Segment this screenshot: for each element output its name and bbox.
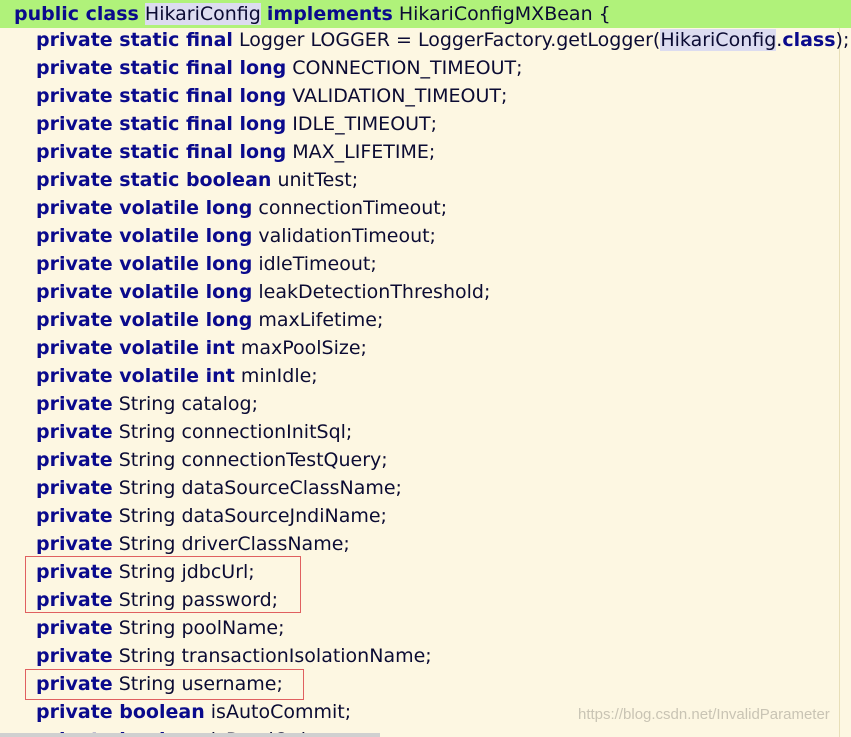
keyword: private static final [36, 29, 233, 51]
code-text: String poolName; [112, 617, 285, 639]
code-text: String connectionTestQuery; [112, 449, 388, 471]
code-text: idleTimeout; [252, 253, 377, 275]
code-line-logger[interactable]: private static final Logger LOGGER = Log… [36, 26, 849, 54]
code-text: String connectionInitSql; [112, 421, 353, 443]
right-margin-guide [839, 0, 840, 737]
code-line[interactable]: private String connectionInitSql; [36, 418, 352, 446]
code-line[interactable]: private static final long VALIDATION_TIM… [36, 82, 507, 110]
keyword: private static final long [36, 85, 287, 107]
keyword: private [36, 449, 113, 471]
class-name: HikariConfig [660, 29, 777, 51]
code-line[interactable]: private volatile long idleTimeout; [36, 250, 377, 278]
code-editor[interactable]: public class HikariConfig implements Hik… [0, 0, 851, 737]
keyword: public class [14, 3, 139, 25]
code-line[interactable]: private volatile long leakDetectionThres… [36, 278, 490, 306]
keyword: private volatile int [36, 337, 235, 359]
code-text: maxPoolSize; [234, 337, 367, 359]
code-line[interactable]: private boolean isAutoCommit; [36, 698, 351, 726]
code-text: MAX_LIFETIME; [286, 141, 436, 163]
interface-name: HikariConfigMXBean { [398, 3, 611, 25]
keyword: private [36, 617, 113, 639]
code-text: validationTimeout; [252, 225, 436, 247]
keyword: private volatile long [36, 197, 253, 219]
keyword: private static final long [36, 57, 287, 79]
code-line[interactable]: private String connectionTestQuery; [36, 446, 388, 474]
code-line[interactable]: private String dataSourceClassName; [36, 474, 402, 502]
code-line[interactable]: private String driverClassName; [36, 530, 350, 558]
code-line[interactable]: private String catalog; [36, 390, 258, 418]
keyword: private volatile long [36, 253, 253, 275]
code-line[interactable]: private volatile int minIdle; [36, 362, 318, 390]
code-line[interactable]: private static final long IDLE_TIMEOUT; [36, 110, 437, 138]
code-text: maxLifetime; [252, 309, 384, 331]
code-text: minIdle; [234, 365, 318, 387]
code-line[interactable]: private static final long MAX_LIFETIME; [36, 138, 435, 166]
code-text: IDLE_TIMEOUT; [286, 113, 438, 135]
keyword: private [36, 505, 113, 527]
class-name: HikariConfig [144, 3, 261, 25]
keyword: implements [266, 3, 393, 25]
keyword: private static final long [36, 113, 287, 135]
class-declaration-line[interactable]: public class HikariConfig implements Hik… [14, 0, 611, 28]
code-text: String dataSourceJndiName; [112, 505, 387, 527]
keyword: private volatile int [36, 365, 235, 387]
keyword: private volatile long [36, 309, 253, 331]
code-line[interactable]: private static boolean unitTest; [36, 166, 358, 194]
code-text: VALIDATION_TIMEOUT; [286, 85, 508, 107]
keyword: private [36, 533, 113, 555]
horizontal-scrollbar[interactable] [0, 733, 380, 737]
code-line[interactable]: private volatile long validationTimeout; [36, 222, 436, 250]
annotation-box-jdbcurl-password [25, 556, 301, 613]
code-line[interactable]: private volatile long maxLifetime; [36, 306, 383, 334]
keyword: private static final long [36, 141, 287, 163]
code-text: isAutoCommit; [204, 701, 352, 723]
code-text: leakDetectionThreshold; [252, 281, 491, 303]
code-text: String dataSourceClassName; [112, 477, 402, 499]
keyword: private [36, 421, 113, 443]
code-line[interactable]: private static final long CONNECTION_TIM… [36, 54, 523, 82]
keyword: private boolean [36, 701, 205, 723]
code-text: connectionTimeout; [252, 197, 448, 219]
code-text: String transactionIsolationName; [112, 645, 432, 667]
keyword: private [36, 645, 113, 667]
keyword: private static boolean [36, 169, 272, 191]
code-line[interactable]: private String transactionIsolationName; [36, 642, 432, 670]
code-text: CONNECTION_TIMEOUT; [286, 57, 523, 79]
code-text: String driverClassName; [112, 533, 350, 555]
keyword: private [36, 393, 113, 415]
code-line[interactable]: private volatile int maxPoolSize; [36, 334, 367, 362]
watermark: https://blog.csdn.net/InvalidParameter [578, 706, 830, 723]
keyword: private volatile long [36, 281, 253, 303]
code-line[interactable]: private volatile long connectionTimeout; [36, 194, 447, 222]
code-line[interactable]: private String dataSourceJndiName; [36, 502, 387, 530]
annotation-box-username [25, 669, 304, 700]
keyword: class [782, 29, 836, 51]
code-text: ); [835, 29, 850, 51]
code-line[interactable]: private String poolName; [36, 614, 285, 642]
keyword: private [36, 477, 113, 499]
code-text: String catalog; [112, 393, 259, 415]
code-text: Logger LOGGER = LoggerFactory.getLogger( [232, 29, 661, 51]
code-text: unitTest; [271, 169, 359, 191]
keyword: private volatile long [36, 225, 253, 247]
